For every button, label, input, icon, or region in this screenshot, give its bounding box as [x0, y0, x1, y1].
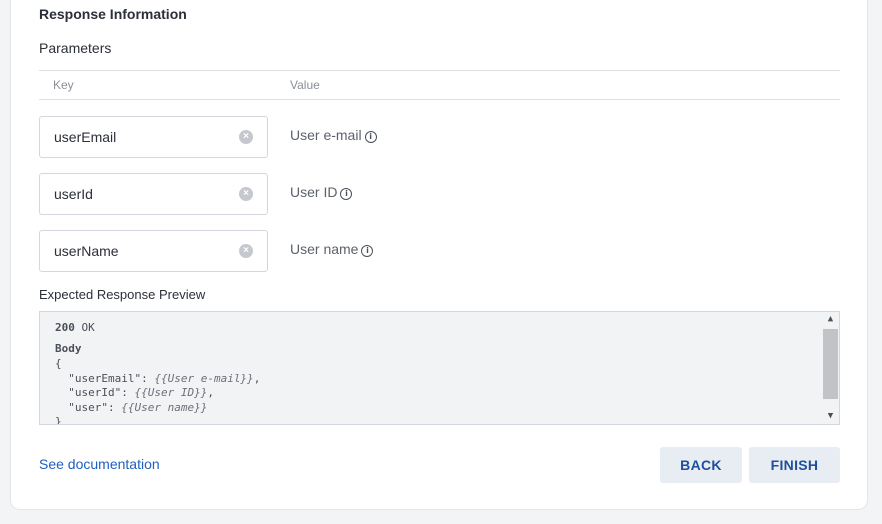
key-input[interactable]	[54, 242, 224, 260]
value-label: User e-mail i	[290, 127, 377, 143]
code-suffix: ,	[253, 371, 261, 385]
response-preview[interactable]: 200 OK Body { "userEmail": {{User e-mail…	[39, 311, 840, 425]
value-text: User ID	[290, 184, 338, 200]
scroll-thumb[interactable]	[823, 329, 838, 399]
code-suffix: ,	[207, 386, 214, 399]
template-token: {{User e-mail}}	[154, 371, 254, 385]
value-text: User e-mail	[290, 127, 362, 143]
template-token: {{User ID}}	[134, 386, 208, 399]
back-button[interactable]: BACK	[660, 447, 742, 483]
key-field[interactable]: ×	[39, 230, 268, 272]
column-header-value: Value	[290, 78, 320, 92]
parameters-table-header: Key Value	[39, 70, 840, 100]
chevron-up-icon[interactable]: ▲	[825, 314, 836, 325]
parameter-row: × User e-maili	[39, 116, 840, 158]
template-token: {{User name}}	[121, 400, 208, 414]
clear-circle-icon[interactable]: ×	[239, 130, 253, 144]
key-field[interactable]: ×	[39, 173, 268, 215]
column-header-key: Key	[53, 78, 74, 92]
code-line: {	[55, 357, 62, 370]
parameter-row: × User IDi	[39, 173, 840, 215]
info-circle-icon[interactable]: i	[361, 245, 374, 257]
chevron-down-icon[interactable]: ▼	[825, 411, 836, 422]
parameters-title: Parameters	[39, 40, 112, 56]
preview-scrollbar[interactable]: ▲ ▼	[822, 312, 839, 424]
preview-label: Expected Response Preview	[39, 287, 206, 302]
info-circle-icon[interactable]: i	[364, 131, 377, 143]
parameter-row: × User namei	[39, 230, 840, 272]
value-label: User name i	[290, 241, 374, 257]
code-line: }	[55, 415, 62, 425]
finish-button[interactable]: FINISH	[749, 447, 840, 483]
see-documentation-link[interactable]: See documentation	[39, 456, 160, 472]
status-code: 200	[55, 321, 75, 334]
code-line: "userEmail":	[55, 371, 155, 385]
value-text: User name	[290, 241, 359, 257]
info-circle-icon[interactable]: i	[340, 188, 353, 200]
body-label: Body	[55, 342, 82, 355]
status-text: OK	[81, 321, 95, 334]
value-label: User ID i	[290, 184, 353, 200]
clear-circle-icon[interactable]: ×	[239, 244, 253, 258]
section-title: Response Information	[39, 6, 187, 22]
clear-circle-icon[interactable]: ×	[239, 187, 253, 201]
code-line: "userId":	[55, 386, 135, 399]
key-input[interactable]	[54, 185, 224, 203]
status-line: 200 OK	[55, 321, 95, 334]
key-field[interactable]: ×	[39, 116, 268, 158]
code-line: "user":	[55, 400, 122, 414]
key-input[interactable]	[54, 128, 224, 146]
body-code: { "userEmail": {{User e-mail}}, "userId"…	[55, 357, 261, 425]
